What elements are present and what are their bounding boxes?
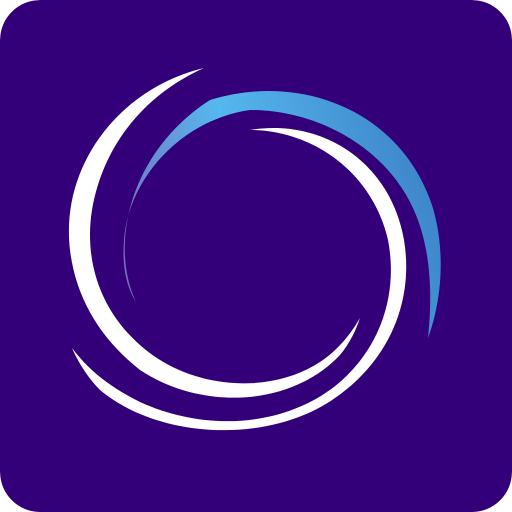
swirl-logo-icon: [0, 0, 512, 512]
app-icon-tile: [0, 0, 512, 512]
